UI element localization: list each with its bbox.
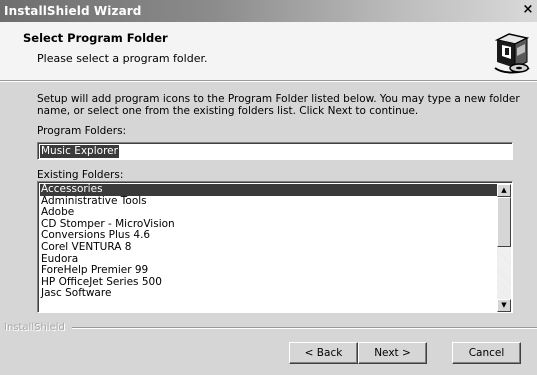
page-title: Select Program Folder xyxy=(23,31,168,45)
close-icon[interactable]: × xyxy=(521,3,535,17)
program-folders-label: Program Folders: xyxy=(37,125,127,137)
installshield-brand: InstallShield xyxy=(4,322,65,333)
installshield-wizard-window: InstallShield Wizard × Select Program Fo… xyxy=(0,0,537,375)
program-folder-input[interactable]: Music Explorer xyxy=(37,142,513,160)
header-divider xyxy=(0,80,537,82)
list-item[interactable]: Administrative Tools xyxy=(40,195,498,208)
installer-box-icon xyxy=(493,28,531,74)
next-button[interactable]: Next > xyxy=(358,342,427,364)
list-item[interactable]: Accessories xyxy=(40,183,498,196)
program-folder-value: Music Explorer xyxy=(40,145,119,158)
page-subtitle: Please select a program folder. xyxy=(37,52,208,65)
footer-divider xyxy=(72,327,537,329)
list-item[interactable]: Jasc Software xyxy=(40,288,498,300)
window-title: InstallShield Wizard xyxy=(4,4,142,18)
title-bar[interactable]: InstallShield Wizard × xyxy=(0,0,537,22)
existing-folders-label: Existing Folders: xyxy=(37,169,124,181)
back-button[interactable]: < Back xyxy=(289,342,358,364)
existing-folders-items: Accessories Administrative Tools Adobe C… xyxy=(40,183,498,300)
list-item[interactable]: ForeHelp Premier 99 xyxy=(40,265,498,277)
instructions-text: Setup will add program icons to the Prog… xyxy=(37,93,520,117)
scrollbar-thumb[interactable] xyxy=(497,197,511,247)
scroll-down-icon[interactable]: ▼ xyxy=(497,299,511,312)
scroll-up-icon[interactable]: ▲ xyxy=(497,184,511,197)
wizard-header: Select Program Folder Please select a pr… xyxy=(0,22,537,80)
list-scrollbar[interactable]: ▲ ▼ xyxy=(497,184,511,312)
existing-folders-list[interactable]: Accessories Administrative Tools Adobe C… xyxy=(37,181,513,313)
cancel-button[interactable]: Cancel xyxy=(452,342,521,364)
list-item[interactable]: Corel VENTURA 8 xyxy=(40,241,498,254)
installshield-brand-line: InstallShield xyxy=(0,322,537,334)
